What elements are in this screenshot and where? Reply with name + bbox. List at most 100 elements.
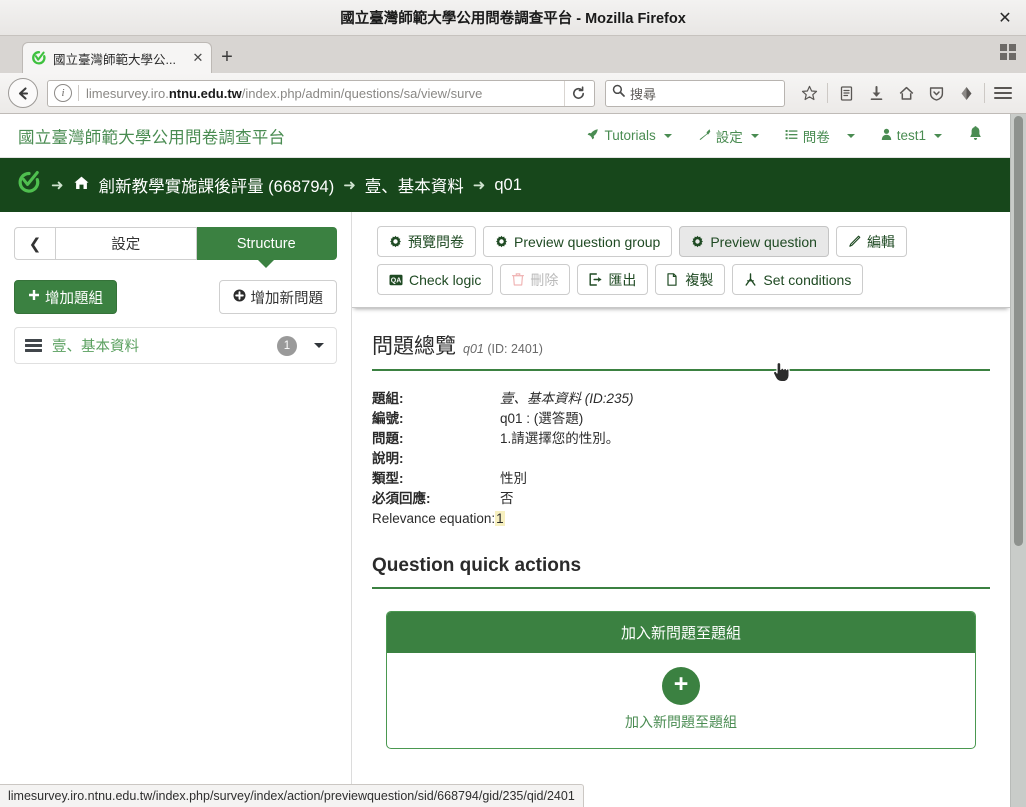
question-detail-area: 問題總覽 q01 (ID: 2401) 題組: 壹、基本資料 (ID:235) … [352, 308, 1010, 807]
preview-question-group-label: Preview question group [514, 233, 661, 250]
prop-key-help: 說明: [372, 451, 404, 466]
sidebar-actions: 增加題組 增加新問題 [0, 260, 351, 327]
table-row: 編號: q01 : (選答題) [372, 409, 990, 429]
copy-label: 複製 [685, 271, 714, 288]
prop-key-type: 類型: [372, 471, 404, 486]
pocket-icon[interactable] [951, 78, 981, 108]
quick-action-card-label[interactable]: 加入新問題至題組 [387, 712, 975, 732]
add-group-button[interactable]: 增加題組 [14, 280, 117, 314]
nav-item-surveys[interactable]: 問卷 [772, 114, 868, 158]
browser-tab[interactable]: 國立臺灣師範大學公... ✕ [22, 42, 212, 73]
window-close-button[interactable]: ✕ [994, 7, 1016, 29]
tab-title: 國立臺灣師範大學公... [53, 52, 176, 67]
browser-toolbar-icons [794, 78, 1018, 108]
web-page-viewport: 國立臺灣師範大學公用問卷調查平台 Tutorials 設定 問卷 test1 ➜… [0, 114, 1026, 807]
url-path: /index.php/admin/questions/sa/view/surve [241, 85, 483, 101]
gear-icon-3 [691, 235, 704, 248]
table-row: 類型: 性別 [372, 469, 990, 489]
menu-icon[interactable] [988, 78, 1018, 108]
set-conditions-button[interactable]: Set conditions [732, 264, 864, 295]
overview-properties-table: 題組: 壹、基本資料 (ID:235) 編號: q01 : (選答題) 問題: … [372, 389, 990, 529]
add-question-button[interactable]: 增加新問題 [218, 280, 337, 314]
toolbar-divider-2 [984, 83, 985, 103]
branch-icon [744, 273, 757, 286]
prop-value-type: 性別 [500, 471, 527, 486]
table-row: 必須回應: 否 [372, 489, 990, 509]
chevron-down-icon-4 [934, 133, 942, 138]
main-content: 預覽問卷 Preview question group Preview ques… [352, 212, 1010, 807]
add-group-label: 增加題組 [45, 290, 103, 307]
plus-icon-large[interactable]: + [662, 667, 700, 705]
breadcrumb-arrow-2: ➜ [472, 177, 486, 194]
breadcrumb-item-group[interactable]: 壹、基本資料 [365, 173, 464, 197]
tab-structure[interactable]: Structure [196, 227, 337, 260]
page-content: 國立臺灣師範大學公用問卷調查平台 Tutorials 設定 問卷 test1 ➜… [0, 114, 1010, 807]
group-list-item[interactable]: 壹、基本資料 1 [14, 327, 337, 364]
breadcrumb-home-icon[interactable] [73, 175, 90, 196]
overview-question-id: (ID: 2401) [487, 342, 543, 356]
page-scrollbar[interactable] [1010, 114, 1026, 807]
scrollbar-thumb[interactable] [1014, 116, 1023, 546]
prop-value-question: 1.請選擇您的性別。 [500, 431, 620, 446]
delete-button[interactable]: 刪除 [500, 264, 571, 295]
url-bar[interactable]: i limesurvey.iro.ntnu.edu.tw/index.php/a… [47, 79, 595, 107]
breadcrumb-arrow-0: ➜ [51, 177, 64, 194]
prop-value-code: q01 : (選答題) [500, 411, 584, 426]
gear-icon [389, 235, 402, 248]
prop-value-mandatory: 否 [500, 491, 514, 506]
tab-settings[interactable]: 設定 [56, 227, 197, 260]
limesurvey-logo-icon[interactable] [16, 168, 42, 203]
breadcrumb: ➜ 創新教學實施課後評量 (668794) ➜ 壹、基本資料 ➜ q01 [0, 158, 1010, 212]
star-icon[interactable] [794, 78, 824, 108]
library-icon[interactable] [831, 78, 861, 108]
check-logic-label: Check logic [409, 271, 482, 288]
navigation-toolbar: i limesurvey.iro.ntnu.edu.tw/index.php/a… [0, 73, 1026, 114]
sidebar-collapse-button[interactable]: ❮ [14, 227, 56, 260]
back-button[interactable] [8, 78, 38, 108]
notification-bell-button[interactable] [955, 114, 996, 158]
preview-question-button[interactable]: Preview question [679, 226, 829, 257]
trash-icon [512, 273, 525, 286]
shield-icon[interactable] [921, 78, 951, 108]
wrench-icon [698, 128, 711, 144]
sidebar: ❮ 設定 Structure 增加題組 增加新問題 壹、基本資料 1 [0, 212, 352, 807]
breadcrumb-item-question[interactable]: q01 [494, 176, 522, 195]
nav-item-user[interactable]: test1 [868, 114, 955, 158]
tab-close-icon[interactable]: ✕ [191, 50, 205, 66]
logic-icon: QA [389, 274, 403, 286]
copy-button[interactable]: 複製 [655, 264, 726, 295]
user-icon [881, 128, 892, 144]
search-placeholder: 搜尋 [630, 86, 657, 102]
export-icon [589, 273, 602, 286]
home-icon[interactable] [891, 78, 921, 108]
export-button[interactable]: 匯出 [577, 264, 649, 295]
limesurvey-favicon-icon [31, 50, 47, 66]
preview-question-group-button[interactable]: Preview question group [483, 226, 673, 257]
drag-handle-icon[interactable] [25, 339, 42, 352]
nav-label-user: test1 [896, 128, 926, 143]
reload-icon[interactable] [564, 80, 592, 106]
set-conditions-label: Set conditions [763, 271, 852, 288]
edit-button[interactable]: 編輯 [835, 226, 907, 257]
nav-item-settings[interactable]: 設定 [685, 114, 772, 158]
app-topbar: 國立臺灣師範大學公用問卷調查平台 Tutorials 設定 問卷 test1 [0, 114, 1010, 158]
download-icon[interactable] [861, 78, 891, 108]
window-titlebar: 國立臺灣師範大學公用問卷調查平台 - Mozilla Firefox ✕ [0, 0, 1026, 36]
toolbar-divider [827, 83, 828, 103]
quick-action-card-body[interactable]: + 加入新問題至題組 [387, 653, 975, 748]
delete-label: 刪除 [530, 271, 559, 288]
search-bar[interactable]: 搜尋 [605, 79, 785, 107]
breadcrumb-item-survey[interactable]: 創新教學實施課後評量 (668794) [99, 173, 335, 197]
quick-actions-title: Question quick actions [372, 529, 990, 589]
preview-survey-button[interactable]: 預覽問卷 [377, 226, 476, 257]
chevron-down-icon-group[interactable] [314, 343, 324, 348]
site-info-icon[interactable]: i [54, 84, 72, 102]
preview-question-label: Preview question [710, 233, 817, 250]
tab-overview-icon[interactable] [1000, 44, 1018, 62]
quick-action-card[interactable]: 加入新問題至題組 + 加入新問題至題組 [386, 611, 976, 749]
rocket-icon [586, 128, 599, 144]
nav-item-tutorials[interactable]: Tutorials [573, 114, 684, 158]
new-tab-button[interactable]: + [212, 42, 242, 73]
list-icon [785, 128, 798, 144]
check-logic-button[interactable]: QA Check logic [377, 264, 494, 295]
